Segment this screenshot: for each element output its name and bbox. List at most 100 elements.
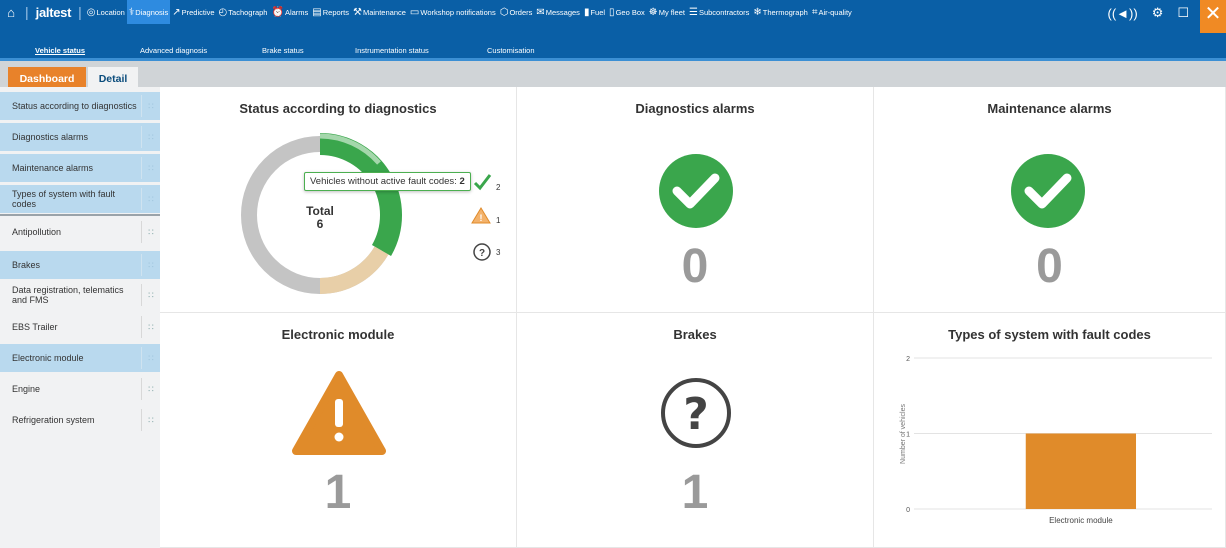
subnav-item-advanced-diagnosis[interactable]: Advanced diagnosis: [140, 46, 207, 55]
x-category-label: Electronic module: [1049, 516, 1113, 525]
sidebar-item-types-of-system-with-fault-codes[interactable]: Types of system with fault codes ∷: [0, 185, 160, 213]
jaltest-logo[interactable]: jaltest: [36, 5, 72, 20]
donut-chart: Total 6 ! ?: [241, 133, 492, 295]
nav-item-reports[interactable]: ▤ Reports: [310, 0, 351, 24]
drag-handle-icon[interactable]: ∷: [141, 254, 160, 276]
sidebar-item-maintenance-alarms[interactable]: Maintenance alarms ∷: [0, 154, 160, 182]
nav-item-label: Reports: [322, 7, 349, 17]
bar-electronic-module[interactable]: [1025, 433, 1137, 510]
nav-item-label: My fleet: [658, 7, 685, 17]
close-button[interactable]: ✕: [1200, 0, 1226, 33]
chart-tooltip: Vehicles without active fault codes: 2: [304, 172, 471, 191]
panel-maintenance-alarms: Maintenance alarms 0: [874, 87, 1226, 313]
sidebar-item-antipollution[interactable]: Antipollution ∷: [0, 218, 160, 246]
panel-fault-types: Types of system with fault codes 0 1 2 Numb…: [874, 313, 1226, 548]
drag-handle-icon[interactable]: ∷: [141, 316, 160, 338]
sidebar-item-data-registration-telematics-and-fms[interactable]: Data registration, telematics and FMS ∷: [0, 281, 160, 309]
drag-handle-icon[interactable]: ∷: [141, 378, 160, 400]
sidebar-item-status-according-to-diagnostics[interactable]: Status according to diagnostics ∷: [0, 92, 160, 120]
question-icon-mark: ?: [479, 248, 485, 259]
nav-item-maintenance[interactable]: ⚒ Maintenance: [351, 0, 408, 24]
nav-item-workshop-notifications[interactable]: ▭ Workshop notifications: [408, 0, 498, 24]
sidebar-item-label: Status according to diagnostics: [12, 101, 137, 111]
bar-chart: 012Number of vehiclesElectronic module: [900, 356, 1212, 525]
warning-bar: [335, 399, 343, 427]
brakes-count: 1: [681, 466, 709, 519]
nav-item-diagnosis[interactable]: ⚕ Diagnosis: [126, 0, 171, 24]
fleet-icon: ☸: [648, 6, 658, 18]
sidebar-item-label: Maintenance alarms: [12, 163, 94, 173]
nav-item-subcontractors[interactable]: ☰ Subcontractors: [687, 0, 751, 24]
legend-value-ok: 2: [496, 183, 501, 192]
thermograph-icon: ❄: [753, 6, 762, 18]
nav-item-label: Subcontractors: [698, 7, 750, 17]
nav-item-label: Location: [96, 7, 125, 17]
legend-value-warning: 1: [496, 216, 501, 225]
drag-handle-icon[interactable]: ∷: [141, 95, 160, 117]
drag-handle-icon[interactable]: ∷: [141, 126, 160, 148]
sidebar-item-electronic-module[interactable]: Electronic module ∷: [0, 344, 160, 372]
nav-item-messages[interactable]: ✉ Messages: [534, 0, 582, 24]
broadcast-icon[interactable]: ((◄)): [1108, 6, 1138, 21]
drag-handle-icon[interactable]: ∷: [141, 347, 160, 369]
predictive-icon: ↗: [172, 6, 181, 18]
drag-handle-icon[interactable]: ∷: [141, 409, 160, 431]
nav-item-label: Maintenance: [362, 7, 406, 17]
module-count: 1: [324, 466, 352, 519]
subnav-item-vehicle-status[interactable]: Vehicle status: [35, 46, 85, 55]
location-pin-icon: ◎: [86, 6, 96, 18]
nav-item-geo-box[interactable]: ▯ Geo Box: [607, 0, 647, 24]
nav-item-label: Air-quality: [818, 7, 852, 17]
sidebar-item-engine[interactable]: Engine ∷: [0, 375, 160, 403]
maintenance-icon: ⚒: [353, 6, 362, 18]
sidebar-item-refrigeration-system[interactable]: Refrigeration system ∷: [0, 406, 160, 434]
donut-slice-warning[interactable]: [319, 246, 389, 294]
question-mark: ?: [683, 389, 709, 440]
home-icon[interactable]: ⌂: [0, 0, 22, 24]
sidebar-item-brakes[interactable]: Brakes ∷: [0, 251, 160, 279]
drag-handle-icon[interactable]: ∷: [141, 221, 160, 243]
nav-item-my-fleet[interactable]: ☸ My fleet: [647, 0, 687, 24]
nav-item-label: Diagnosis: [135, 7, 169, 17]
nav-item-thermograph[interactable]: ❄ Thermograph: [751, 0, 809, 24]
nav-item-tachograph[interactable]: ◴ Tachograph: [217, 0, 270, 24]
workshop-icon: ▭: [409, 6, 420, 18]
drag-handle-icon[interactable]: ∷: [141, 157, 160, 179]
alarm-count: 0: [1036, 240, 1063, 293]
donut-slice-ok[interactable]: [319, 133, 402, 256]
widget-sidebar: Status according to diagnostics ∷ Diagnost…: [0, 87, 160, 548]
maximize-icon[interactable]: ☐: [1177, 5, 1189, 21]
subnav-item-instrumentation-status[interactable]: Instrumentation status: [355, 46, 429, 55]
nav-item-label: Fuel: [590, 7, 606, 17]
nav-item-alarms[interactable]: ⏰ Alarms: [269, 0, 310, 24]
sidebar-item-label: Antipollution: [12, 227, 62, 237]
donut-total-value: 6: [317, 217, 324, 231]
sidebar-item-diagnostics-alarms[interactable]: Diagnostics alarms ∷: [0, 123, 160, 151]
subnav-item-brake-status[interactable]: Brake status: [262, 46, 304, 55]
nav-item-air-quality[interactable]: ⌗ Air-quality: [810, 0, 854, 24]
nav-item-fuel[interactable]: ▮ Fuel: [582, 0, 607, 24]
sidebar-item-label: Brakes: [12, 260, 41, 270]
sidebar-item-label: Refrigeration system: [12, 415, 95, 425]
sidebar-item-label: Diagnostics alarms: [12, 132, 89, 142]
nav-item-label: Tachograph: [228, 7, 268, 17]
drag-handle-icon[interactable]: ∷: [141, 188, 160, 210]
subnav-item-customisation[interactable]: Customisation: [487, 46, 535, 55]
sidebar-item-ebs-trailer[interactable]: EBS Trailer ∷: [0, 313, 160, 341]
sidebar-divider: [0, 214, 160, 216]
nav-separator: |: [78, 4, 82, 20]
nav-item-predictive[interactable]: ↗ Predictive: [170, 0, 216, 24]
geobox-icon: ▯: [609, 6, 615, 18]
gear-icon[interactable]: ⚙: [1152, 5, 1164, 21]
nav-item-orders[interactable]: ⬡ Orders: [498, 0, 535, 24]
nav-item-location[interactable]: ◎ Location: [85, 0, 127, 24]
air-quality-icon: ⌗: [811, 6, 818, 18]
donut-total-label: Total: [306, 204, 334, 218]
fuel-icon: ▮: [583, 6, 590, 18]
sidebar-item-label: Electronic module: [12, 353, 84, 363]
sub-nav: Vehicle status Advanced diagnosis Brake st…: [0, 42, 1226, 58]
sidebar-item-label: Engine: [12, 384, 41, 394]
drag-handle-icon[interactable]: ∷: [141, 284, 160, 306]
sidebar-item-label: Data registration, telematics and FMS: [12, 285, 124, 305]
tooltip-value: 2: [459, 176, 465, 187]
